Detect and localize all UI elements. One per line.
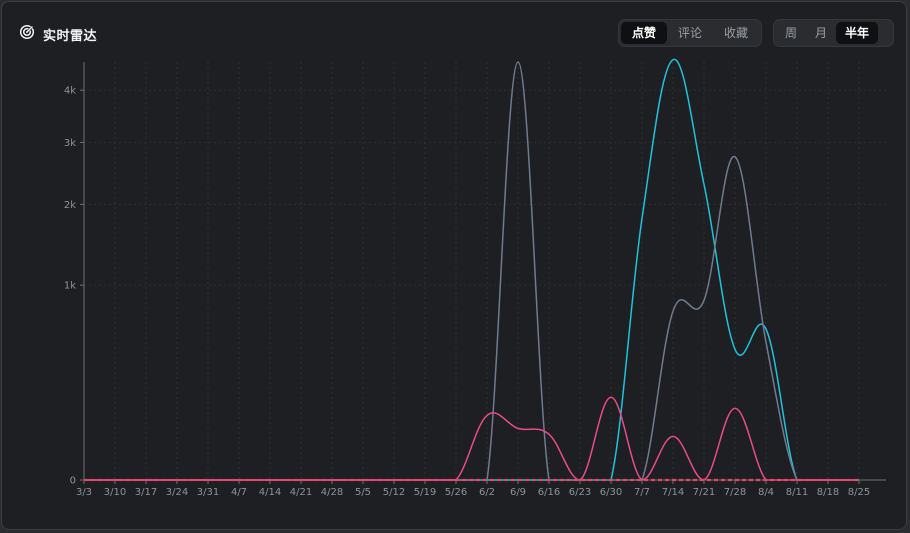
x-tick-label: 8/11 [786, 487, 808, 498]
x-tick-label: 8/25 [848, 487, 870, 498]
x-tick-label: 4/7 [231, 487, 247, 498]
x-tick-label: 5/26 [445, 487, 467, 498]
x-tick-label: 7/28 [724, 487, 746, 498]
x-tick-label: 5/12 [383, 487, 405, 498]
y-tick-label: 3k [64, 138, 76, 149]
x-tick-label: 7/14 [662, 487, 684, 498]
y-tick-label: 4k [64, 86, 76, 97]
x-tick-label: 5/19 [414, 487, 436, 498]
x-tick-label: 4/21 [290, 487, 312, 498]
x-tick-label: 6/2 [479, 487, 495, 498]
x-tick-label: 6/23 [569, 487, 591, 498]
x-tick-label: 3/10 [104, 487, 126, 498]
series-line-2 [84, 396, 859, 481]
x-tick-label: 6/30 [600, 487, 622, 498]
x-tick-label: 8/18 [817, 487, 839, 498]
x-tick-label: 7/21 [693, 487, 715, 498]
x-tick-label: 6/9 [510, 487, 526, 498]
x-tick-label: 7/7 [634, 487, 650, 498]
y-tick-label: 1k [64, 281, 76, 292]
y-tick-label: 0 [70, 476, 76, 487]
x-tick-label: 3/17 [135, 487, 157, 498]
x-tick-label: 3/3 [76, 487, 92, 498]
x-tick-label: 3/31 [197, 487, 219, 498]
x-tick-label: 5/5 [355, 487, 371, 498]
x-tick-label: 4/28 [321, 487, 343, 498]
x-tick-label: 3/24 [166, 487, 188, 498]
x-tick-label: 8/4 [758, 487, 774, 498]
line-chart: 0 1k 2k 3k 4k 3/3 3/10 3/17 3/24 3/31 4/7 4/14 4/21 4… [64, 58, 886, 498]
x-tick-label: 4/14 [259, 487, 281, 498]
y-tick-label: 2k [64, 200, 76, 211]
x-tick-label: 6/16 [538, 487, 560, 498]
